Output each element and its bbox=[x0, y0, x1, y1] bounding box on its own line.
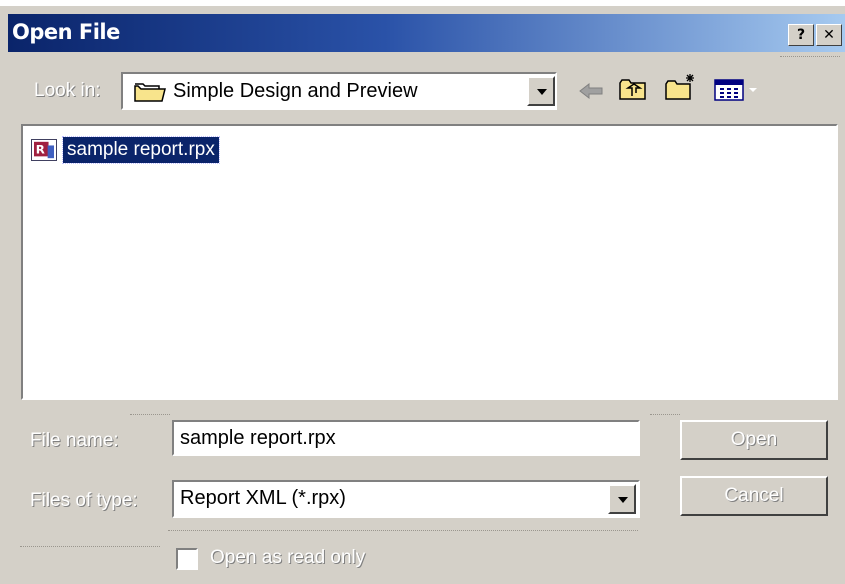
divider bbox=[780, 56, 840, 57]
new-folder-icon[interactable] bbox=[664, 72, 698, 102]
file-name-label: sample report.rpx bbox=[62, 136, 220, 164]
chevron-down-icon bbox=[537, 89, 547, 95]
chevron-down-icon bbox=[618, 497, 628, 503]
folder-open-icon bbox=[134, 83, 166, 102]
open-button[interactable]: Open bbox=[680, 420, 828, 460]
divider bbox=[20, 546, 160, 547]
look-in-dropdown-button[interactable] bbox=[527, 76, 555, 106]
divider bbox=[130, 414, 170, 415]
files-of-type-dropdown-button[interactable] bbox=[608, 484, 636, 514]
look-in-value: Simple Design and Preview bbox=[173, 80, 418, 102]
close-button[interactable]: ✕ bbox=[816, 24, 842, 46]
dialog-title: Open File bbox=[12, 20, 120, 44]
files-of-type-dropdown[interactable]: Report XML (*.rpx) bbox=[172, 480, 640, 518]
files-of-type-value: Report XML (*.rpx) bbox=[180, 487, 346, 509]
cancel-button[interactable]: Cancel bbox=[680, 476, 828, 516]
read-only-checkbox[interactable] bbox=[176, 548, 198, 570]
files-of-type-label: Files of type: bbox=[30, 490, 138, 511]
svg-text:R: R bbox=[36, 143, 45, 157]
rpx-file-icon: R bbox=[31, 139, 57, 161]
divider bbox=[650, 414, 680, 415]
back-arrow-icon[interactable] bbox=[578, 80, 604, 102]
read-only-label: Open as read only bbox=[210, 547, 366, 568]
file-list[interactable]: R sample report.rpx bbox=[21, 124, 838, 400]
file-name-label: File name: bbox=[30, 430, 119, 451]
look-in-dropdown[interactable]: Simple Design and Preview bbox=[121, 72, 557, 110]
open-file-dialog: Open File ? ✕ Look in: Simple Design and… bbox=[0, 6, 845, 584]
title-bar[interactable]: Open File ? ✕ bbox=[8, 14, 845, 52]
view-menu-icon[interactable] bbox=[714, 78, 760, 102]
divider bbox=[168, 530, 638, 531]
file-name-input[interactable]: sample report.rpx bbox=[172, 420, 640, 456]
up-folder-icon[interactable] bbox=[618, 76, 648, 102]
look-in-label: Look in: bbox=[34, 80, 101, 101]
help-button[interactable]: ? bbox=[788, 24, 814, 46]
